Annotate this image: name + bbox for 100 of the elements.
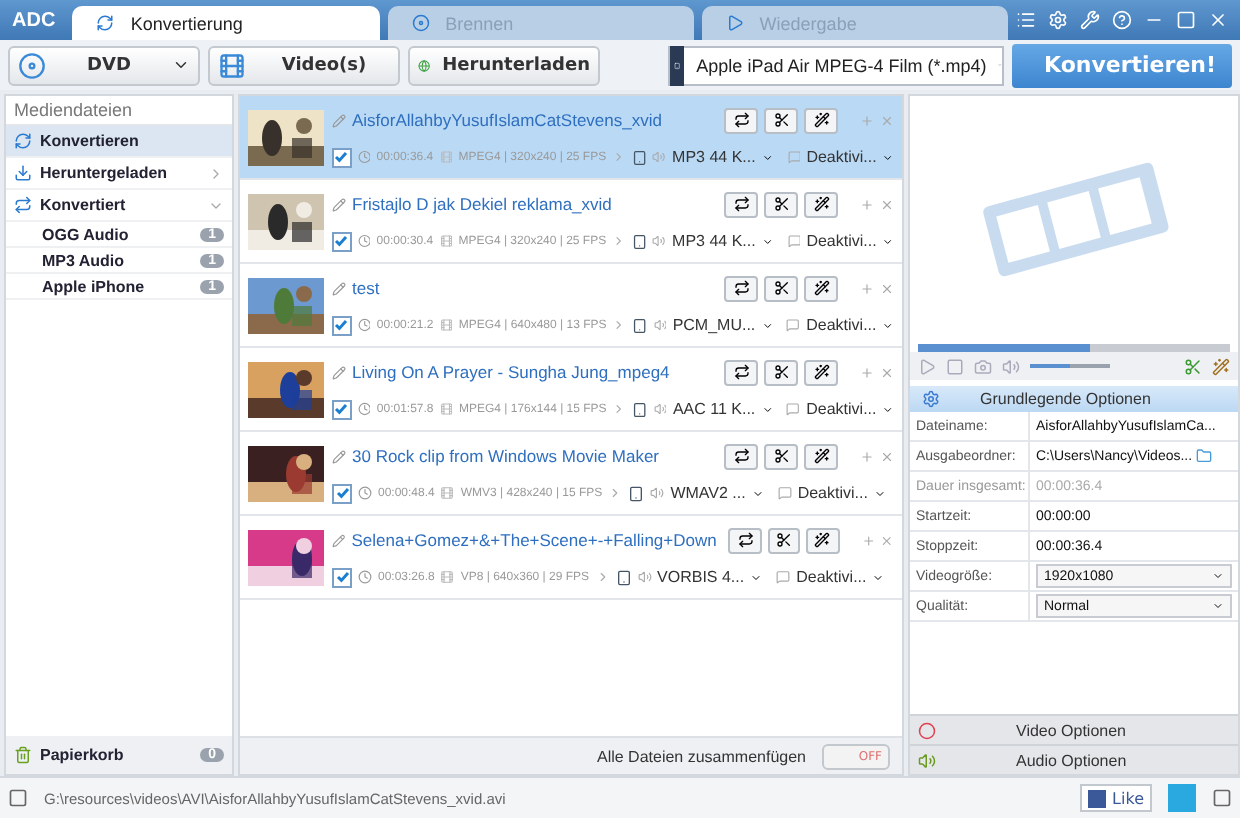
tab[interactable]: Konvertierung xyxy=(72,6,380,40)
checkbox[interactable] xyxy=(332,147,352,167)
disc-icon xyxy=(411,14,430,32)
pencil-icon[interactable] xyxy=(332,197,346,211)
tab-label: Konvertierung xyxy=(130,13,243,33)
file-name: Living On A Prayer - Sungha Jung_mpeg4 xyxy=(352,362,670,382)
effects-button[interactable] xyxy=(804,359,838,385)
pencil-icon[interactable] xyxy=(332,449,346,463)
effects-button[interactable] xyxy=(804,443,838,469)
chevron-icon xyxy=(612,234,626,248)
tablet-icon xyxy=(631,233,647,249)
cut-button[interactable] xyxy=(764,275,798,301)
checkbox[interactable] xyxy=(332,315,352,335)
subtitle-dropdown[interactable]: Deaktivi... xyxy=(796,568,867,586)
pencil-icon[interactable] xyxy=(332,533,346,547)
settings-icon[interactable] xyxy=(1048,10,1069,30)
subtitle-icon xyxy=(786,402,801,416)
scissors-icon xyxy=(773,364,789,380)
list-icon[interactable] xyxy=(1016,10,1037,30)
chevron-icon xyxy=(608,486,623,500)
cut-button[interactable] xyxy=(764,191,798,217)
speaker-icon xyxy=(652,150,667,164)
download-icon xyxy=(14,164,32,182)
subtitle-icon xyxy=(776,570,791,584)
add-button[interactable]: Video(s) xyxy=(208,45,400,85)
sidebar-item[interactable]: Konvertiert xyxy=(6,190,232,222)
checkbox[interactable] xyxy=(332,231,352,251)
subtitle-dropdown[interactable]: Deaktivi... xyxy=(806,148,877,166)
effects-button[interactable] xyxy=(804,107,838,133)
pencil-icon[interactable] xyxy=(332,365,346,379)
disc-icon xyxy=(18,51,46,79)
like-button[interactable]: Like xyxy=(1080,784,1152,812)
subitem-label: Apple iPhone xyxy=(42,277,145,295)
wand-icon xyxy=(813,280,829,296)
section-title: Audio Optionen xyxy=(1016,751,1127,769)
pencil-icon[interactable] xyxy=(332,281,346,295)
effects-button[interactable] xyxy=(804,191,838,217)
options-section[interactable]: Video Optionen xyxy=(910,714,1238,744)
subtitle-dropdown[interactable]: Deaktivi... xyxy=(797,484,868,502)
film-icon xyxy=(439,150,453,164)
file-name: Fristajlo D jak Dekiel reklama_xvid xyxy=(352,194,612,214)
tablet-icon xyxy=(632,401,648,417)
wand-icon xyxy=(814,532,831,548)
add-button[interactable]: Herunterladen xyxy=(408,45,600,85)
scissors-icon xyxy=(773,196,789,212)
checkbox[interactable] xyxy=(332,399,352,419)
convert-tool-button[interactable] xyxy=(724,275,758,301)
remove-icon[interactable] xyxy=(880,365,894,379)
convert-tool-button[interactable] xyxy=(724,191,758,217)
convert-tool-button[interactable] xyxy=(724,107,758,133)
close-icon[interactable] xyxy=(1208,10,1229,30)
options-title: Grundlegende Optionen xyxy=(980,390,1151,408)
audio-dropdown[interactable]: AAC 11 K... xyxy=(672,400,756,418)
cut-button[interactable] xyxy=(767,527,801,553)
checkbox[interactable] xyxy=(332,567,352,587)
profile-dropdown[interactable]: Apple iPad Air MPEG-4 Film (*.mp4) xyxy=(668,45,1004,85)
subtitle-icon xyxy=(787,234,801,248)
repeat-icon xyxy=(733,364,749,380)
checkbox[interactable] xyxy=(332,483,352,503)
scissors-icon[interactable] xyxy=(1184,357,1202,375)
subtitle-dropdown[interactable]: Deaktivi... xyxy=(806,232,877,250)
remove-icon[interactable] xyxy=(880,533,895,547)
audio-dropdown[interactable]: VORBIS 4... xyxy=(657,568,745,586)
wand-icon[interactable] xyxy=(1212,357,1230,375)
audio-dropdown[interactable]: MP3 44 K... xyxy=(672,148,756,166)
cut-button[interactable] xyxy=(764,107,798,133)
chevron-icon xyxy=(612,150,626,164)
remove-icon[interactable] xyxy=(880,449,894,463)
subtitle-dropdown[interactable]: Deaktivi... xyxy=(806,400,877,418)
merge-label: Alle Dateien zusammenfügen xyxy=(596,747,806,765)
scissors-icon xyxy=(773,280,789,296)
wrench-icon[interactable] xyxy=(1080,10,1101,30)
audio-dropdown[interactable]: WMAV2 ... xyxy=(670,484,746,502)
effects-button[interactable] xyxy=(806,527,840,553)
file-name: AisforAllahbyYusufIslamCatStevens_xvid xyxy=(352,110,662,130)
audio-dropdown[interactable]: MP3 44 K... xyxy=(672,232,756,250)
effects-button[interactable] xyxy=(804,275,838,301)
cut-button[interactable] xyxy=(764,359,798,385)
convert-tool-button[interactable] xyxy=(728,527,762,553)
subtitle-dropdown[interactable]: Deaktivi... xyxy=(806,316,877,334)
sidebar-item[interactable]: Konvertieren xyxy=(6,126,232,158)
speaker-icon xyxy=(653,402,667,416)
seek-bar[interactable] xyxy=(918,344,1230,352)
repeat-icon xyxy=(733,448,749,464)
remove-icon[interactable] xyxy=(880,197,894,211)
maximize-icon[interactable] xyxy=(1176,10,1197,30)
convert-tool-button[interactable] xyxy=(724,443,758,469)
options-section[interactable]: Audio Optionen xyxy=(910,744,1238,774)
add-button[interactable]: DVD xyxy=(8,45,200,85)
help-icon[interactable] xyxy=(1112,10,1133,30)
convert-tool-button[interactable] xyxy=(724,359,758,385)
panel-icon[interactable] xyxy=(1212,788,1232,808)
remove-icon[interactable] xyxy=(880,281,894,295)
film-icon xyxy=(218,51,246,79)
panel-icon[interactable] xyxy=(8,788,28,808)
clock-icon xyxy=(358,570,372,584)
app-logo: ADC xyxy=(12,9,58,31)
audio-dropdown[interactable]: PCM_MU... xyxy=(672,316,756,334)
folder-icon[interactable] xyxy=(1196,448,1213,464)
cut-button[interactable] xyxy=(764,443,798,469)
